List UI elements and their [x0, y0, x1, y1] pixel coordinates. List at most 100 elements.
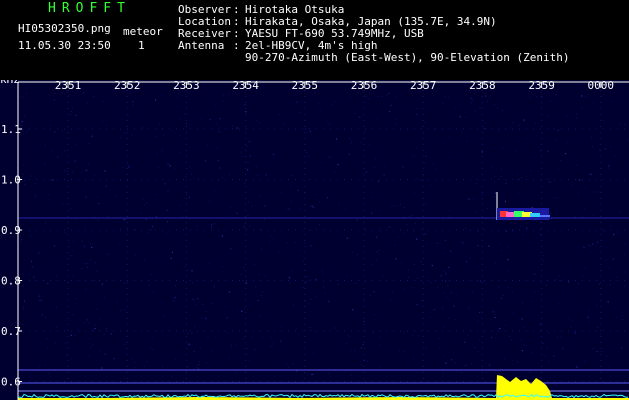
noise-speckle: [350, 143, 351, 145]
noise-speckle: [381, 95, 383, 97]
noise-speckle: [88, 163, 90, 165]
noise-speckle: [303, 242, 305, 244]
noise-speckle: [553, 197, 555, 199]
noise-speckle: [236, 127, 238, 129]
noise-speckle: [355, 282, 357, 284]
noise-speckle: [442, 141, 444, 143]
noise-speckle: [56, 306, 57, 308]
noise-speckle: [494, 196, 496, 198]
noise-speckle: [585, 186, 587, 188]
noise-speckle: [426, 243, 428, 245]
time-tick-label: 2355: [292, 80, 319, 92]
noise-speckle: [451, 359, 452, 361]
noise-speckle: [585, 267, 587, 269]
noise-speckle: [162, 366, 163, 368]
noise-speckle: [35, 196, 36, 198]
noise-speckle: [309, 326, 311, 328]
noise-speckle: [469, 309, 471, 311]
noise-speckle: [445, 280, 447, 282]
noise-speckle: [107, 215, 109, 217]
noise-speckle: [170, 257, 172, 259]
noise-speckle: [64, 150, 66, 152]
noise-speckle: [513, 373, 514, 375]
spectrogram-plot: 2351 2352 2353 2354 2355 2356 2357 2358 2359 0000…: [0, 80, 629, 400]
noise-speckle: [225, 305, 227, 307]
noise-speckle: [465, 228, 467, 230]
noise-speckle: [587, 317, 589, 319]
noise-speckle: [402, 288, 404, 290]
noise-speckle: [379, 345, 381, 346]
noise-speckle: [558, 276, 560, 277]
noise-speckle: [579, 179, 581, 181]
noise-speckle: [134, 229, 136, 231]
noise-speckle: [219, 125, 220, 127]
noise-speckle: [247, 169, 249, 171]
noise-speckle: [85, 196, 87, 198]
noise-speckle: [380, 230, 382, 232]
noise-speckle: [516, 173, 518, 175]
noise-speckle: [193, 177, 194, 179]
noise-speckle: [209, 263, 211, 265]
noise-speckle: [441, 306, 443, 308]
noise-speckle: [201, 118, 203, 119]
noise-speckle: [494, 317, 496, 318]
noise-speckle: [351, 374, 353, 376]
noise-speckle: [617, 233, 619, 235]
noise-speckle: [626, 139, 628, 141]
noise-speckle: [501, 250, 503, 252]
noise-speckle: [591, 137, 592, 138]
noise-speckle: [433, 129, 435, 131]
meteor-label: meteor: [123, 25, 163, 38]
noise-speckle: [576, 113, 578, 115]
noise-speckle: [167, 210, 169, 211]
noise-speckle: [24, 300, 25, 302]
noise-speckle: [410, 215, 412, 216]
noise-speckle: [613, 155, 615, 157]
noise-speckle: [142, 198, 144, 200]
noise-speckle: [100, 318, 102, 320]
noise-speckle: [228, 357, 230, 359]
noise-speckle: [215, 336, 217, 338]
noise-speckle: [394, 205, 396, 207]
noise-speckle: [257, 300, 259, 301]
noise-speckle: [533, 156, 535, 158]
noise-speckle: [523, 326, 525, 328]
noise-speckle: [174, 297, 176, 298]
noise-speckle: [231, 347, 233, 349]
noise-speckle: [401, 261, 403, 263]
noise-speckle: [201, 317, 203, 318]
noise-speckle: [373, 332, 374, 334]
noise-speckle: [608, 167, 610, 169]
noise-speckle: [189, 344, 191, 346]
noise-speckle: [581, 107, 583, 109]
noise-speckle: [92, 344, 94, 346]
noise-speckle: [386, 94, 388, 96]
noise-speckle: [511, 339, 512, 341]
freq-tick-label: 0.7: [1, 325, 21, 338]
noise-speckle: [374, 157, 376, 159]
noise-speckle: [578, 193, 580, 195]
noise-speckle: [260, 295, 262, 297]
noise-speckle: [437, 287, 439, 289]
noise-speckle: [521, 318, 523, 320]
noise-speckle: [47, 347, 49, 349]
noise-speckle: [312, 373, 314, 375]
noise-speckle: [499, 129, 500, 131]
noise-speckle: [165, 233, 167, 235]
noise-speckle: [608, 165, 610, 167]
noise-speckle: [497, 107, 499, 109]
noise-speckle: [326, 197, 328, 199]
noise-speckle: [570, 265, 571, 267]
info-value: 90-270-Azimuth (East-West), 90-Elevation…: [245, 51, 570, 64]
noise-speckle: [278, 114, 280, 115]
noise-speckle: [22, 173, 24, 175]
noise-speckle: [489, 364, 490, 366]
freq-tick-label: 1.1: [1, 123, 21, 136]
noise-speckle: [489, 96, 491, 98]
noise-speckle: [369, 294, 371, 296]
noise-speckle: [191, 270, 193, 272]
noise-speckle: [593, 102, 595, 104]
noise-speckle: [442, 292, 444, 294]
noise-speckle: [115, 195, 117, 197]
noise-speckle: [104, 170, 106, 172]
